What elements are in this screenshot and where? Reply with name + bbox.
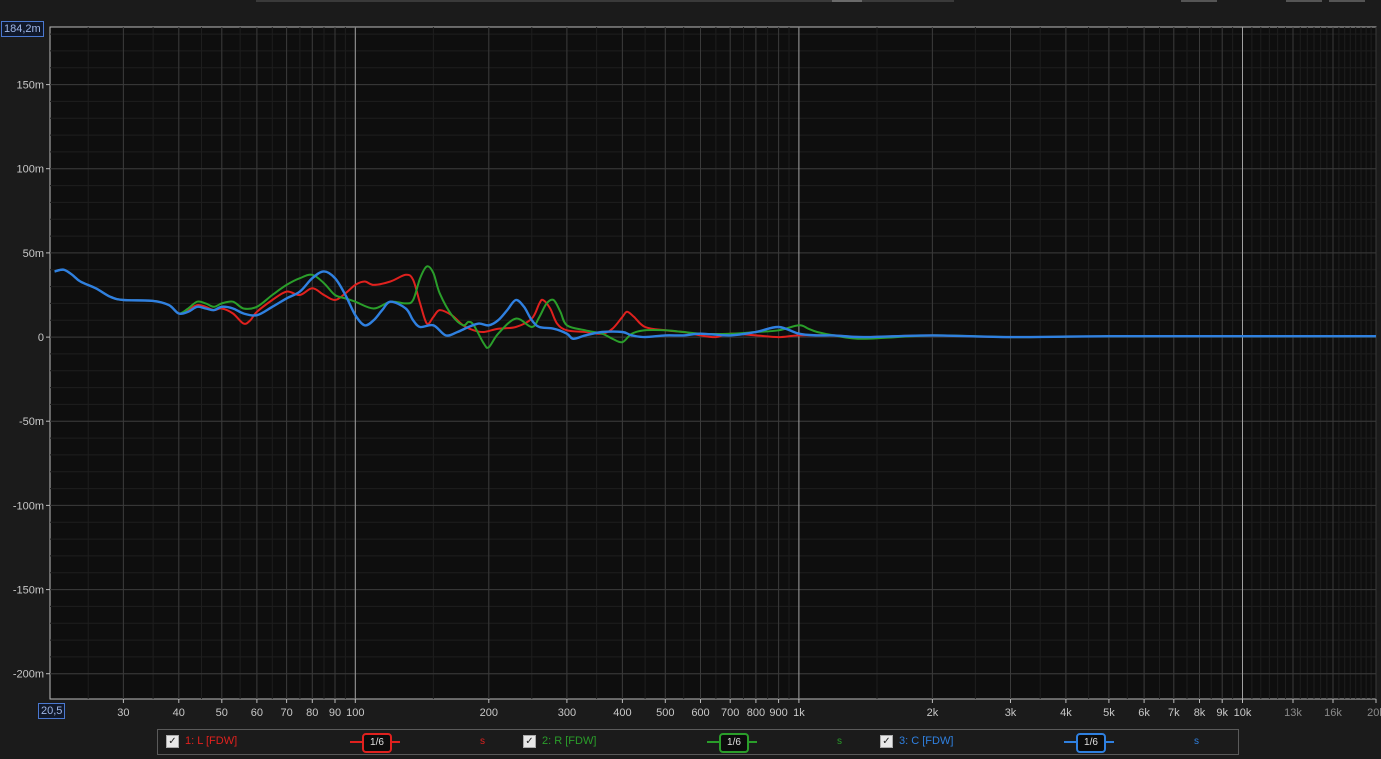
x-tick-label: 10k (1234, 707, 1252, 719)
x-tick-label: 5k (1103, 707, 1115, 719)
x-tick-label: 3k (1005, 707, 1017, 719)
y-max-field[interactable]: 184,2m (1, 21, 44, 37)
x-axis-ticks: 30 40 50 60 70 80 90 100 200 300 400 500 600 700 800 90… (117, 699, 1381, 719)
x-tick-label: 6k (1138, 707, 1150, 719)
x-tick-label: 800 (747, 707, 765, 719)
frequency-response-plot[interactable]: 150m 100m 50m 0 -50m -100m -150m -200m 30 40 50 60… (0, 0, 1381, 728)
legend: ✓ 1: L [FDW] 1/6 s ✓ 2: R [FDW] 1/6 s ✓ … (157, 729, 1239, 755)
checkbox-r[interactable]: ✓ (523, 735, 536, 748)
x-tick-label: 200 (480, 707, 498, 719)
legend-label-l: 1: L [FDW] (185, 735, 238, 747)
x-tick-label: 500 (656, 707, 674, 719)
legend-suffix-r: s (837, 736, 842, 747)
x-tick-label: 70 (280, 707, 292, 719)
x-tick-label: 40 (173, 707, 185, 719)
y-tick-label: -200m (13, 669, 44, 681)
x-tick-label: 60 (251, 707, 263, 719)
y-tick-label: -50m (19, 416, 44, 428)
x-tick-label: 100 (346, 707, 364, 719)
y-tick-label: -100m (13, 500, 44, 512)
legend-suffix-l: s (480, 736, 485, 747)
smoothing-value-l[interactable]: 1/6 (362, 733, 392, 753)
x-tick-label: 400 (613, 707, 631, 719)
x-tick-label: 9k (1216, 707, 1228, 719)
x-tick-label: 7k (1168, 707, 1180, 719)
x-tick-label: 1k (793, 707, 805, 719)
legend-label-c: 3: C [FDW] (899, 735, 954, 747)
y-tick-label: 150m (16, 80, 44, 92)
x-tick-label: 700 (721, 707, 739, 719)
x-tick-label: 900 (769, 707, 787, 719)
smoothing-control-l[interactable]: 1/6 (350, 732, 400, 753)
x-tick-label: 8k (1194, 707, 1206, 719)
y-tick-label: -150m (13, 585, 44, 597)
legend-suffix-c: s (1194, 736, 1199, 747)
x-tick-label: 16k (1324, 707, 1342, 719)
plot-area[interactable] (49, 26, 1377, 700)
x-tick-label: 20k (1367, 707, 1381, 719)
x-tick-label: 2k (927, 707, 939, 719)
y-tick-label: 100m (16, 164, 44, 176)
x-tick-label: 30 (117, 707, 129, 719)
smoothing-control-r[interactable]: 1/6 (707, 732, 757, 753)
checkbox-l[interactable]: ✓ (166, 735, 179, 748)
x-tick-label: 50 (216, 707, 228, 719)
x-tick-label: 90 (329, 707, 341, 719)
y-tick-label: 50m (23, 248, 44, 260)
checkbox-c[interactable]: ✓ (880, 735, 893, 748)
x-tick-label: 13k (1284, 707, 1302, 719)
smoothing-value-r[interactable]: 1/6 (719, 733, 749, 753)
y-axis-ticks: 150m 100m 50m 0 -50m -100m -150m -200m (13, 80, 50, 681)
legend-label-r: 2: R [FDW] (542, 735, 597, 747)
x-tick-label: 600 (691, 707, 709, 719)
x-tick-label: 80 (306, 707, 318, 719)
smoothing-control-c[interactable]: 1/6 (1064, 732, 1114, 753)
smoothing-value-c[interactable]: 1/6 (1076, 733, 1106, 753)
x-min-field[interactable]: 20,5 (38, 703, 66, 719)
x-tick-label: 4k (1060, 707, 1072, 719)
x-tick-label: 300 (558, 707, 576, 719)
y-tick-label: 0 (38, 332, 44, 344)
